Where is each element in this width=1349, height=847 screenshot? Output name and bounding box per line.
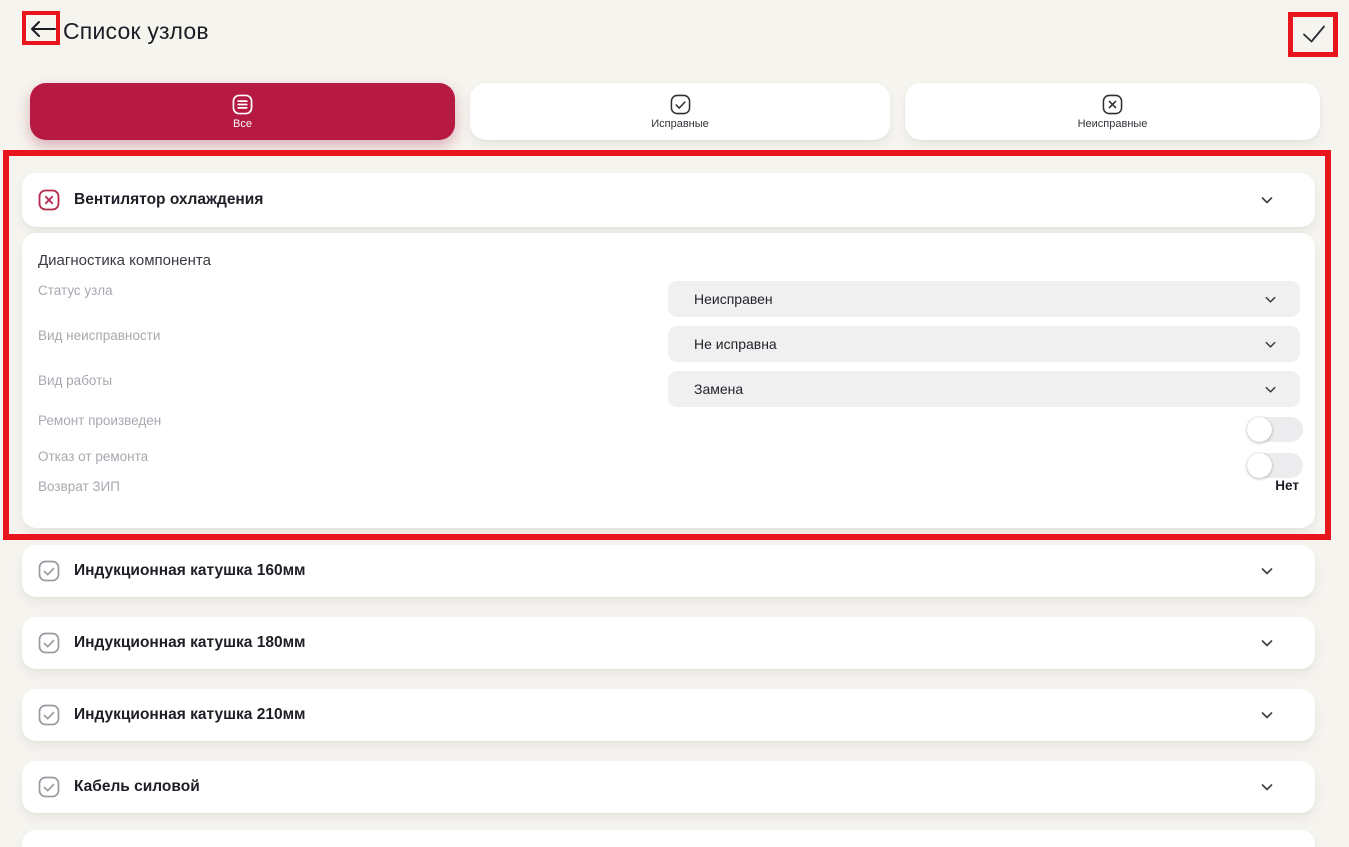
toggle-knob [1247, 417, 1272, 442]
section-header-coil-160[interactable]: Индукционная катушка 160мм [22, 545, 1315, 597]
section-header-coil-210[interactable]: Индукционная катушка 210мм [22, 689, 1315, 741]
back-button[interactable] [27, 15, 59, 43]
status-dropdown[interactable]: Неисправен [668, 281, 1300, 317]
check-square-icon [38, 632, 60, 654]
section-header-cooling-fan[interactable]: Вентилятор охлаждения [22, 173, 1315, 227]
chevron-down-icon [1259, 779, 1275, 795]
section-title: Индукционная катушка 180мм [74, 634, 306, 652]
arrow-left-icon [29, 20, 57, 38]
checkmark-icon [1301, 24, 1327, 44]
tab-all-label: Все [233, 118, 252, 130]
tab-working-label: Исправные [651, 118, 709, 130]
tab-working[interactable]: Исправные [470, 83, 890, 140]
repair-done-toggle[interactable] [1247, 417, 1303, 442]
field-label-repair-done: Ремонт произведен [38, 413, 161, 428]
chevron-down-icon [1259, 635, 1275, 651]
check-square-icon [38, 704, 60, 726]
fault-type-dropdown[interactable]: Не исправна [668, 326, 1300, 362]
section-title: Индукционная катушка 210мм [74, 706, 306, 724]
dropdown-value: Замена [694, 381, 743, 397]
field-label-fault-type: Вид неисправности [38, 328, 160, 343]
tab-faulty-label: Неисправные [1078, 118, 1148, 130]
diagnostics-panel: Диагностика компонента Статус узла Вид н… [22, 233, 1315, 528]
field-label-status: Статус узла [38, 283, 113, 298]
x-square-icon [38, 189, 60, 211]
page-title: Список узлов [63, 18, 209, 45]
field-label-zip-return: Возврат ЗИП [38, 479, 120, 494]
section-title: Индукционная катушка 160мм [74, 562, 306, 580]
work-type-dropdown[interactable]: Замена [668, 371, 1300, 407]
node-list-screen: Список узлов Все Исправные Неисправные [0, 0, 1349, 847]
dropdown-value: Не исправна [694, 336, 777, 352]
check-square-icon [670, 94, 691, 115]
section-header-coil-180[interactable]: Индукционная катушка 180мм [22, 617, 1315, 669]
section-header-partial[interactable] [22, 830, 1315, 847]
chevron-down-icon [1259, 192, 1275, 208]
check-square-icon [38, 560, 60, 582]
confirm-button[interactable] [1295, 17, 1333, 51]
section-title: Кабель силовой [74, 778, 200, 796]
field-label-repair-refused: Отказ от ремонта [38, 449, 148, 464]
panel-heading: Диагностика компонента [38, 252, 211, 269]
chevron-down-icon [1263, 382, 1278, 397]
x-square-icon [1102, 94, 1123, 115]
toggle-knob [1247, 453, 1272, 478]
tab-all[interactable]: Все [30, 83, 455, 140]
check-square-icon [38, 776, 60, 798]
field-label-work-type: Вид работы [38, 373, 112, 388]
chevron-down-icon [1263, 292, 1278, 307]
dropdown-value: Неисправен [694, 291, 773, 307]
chevron-down-icon [1259, 563, 1275, 579]
chevron-down-icon [1263, 337, 1278, 352]
section-title: Вентилятор охлаждения [74, 191, 263, 209]
chevron-down-icon [1259, 707, 1275, 723]
zip-return-value: Нет [1275, 478, 1299, 493]
tab-faulty[interactable]: Неисправные [905, 83, 1320, 140]
repair-refused-toggle[interactable] [1247, 453, 1303, 478]
section-header-power-cable[interactable]: Кабель силовой [22, 761, 1315, 813]
list-square-icon [232, 94, 253, 115]
